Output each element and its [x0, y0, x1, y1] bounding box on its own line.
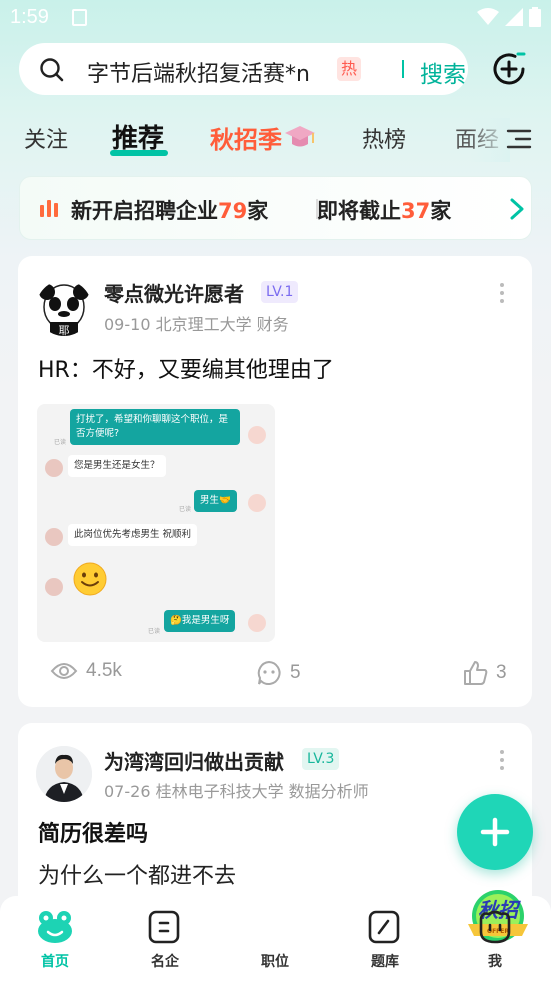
- read-mark: 已读: [148, 628, 161, 635]
- avatar: [248, 614, 266, 632]
- views-count: 4.5k: [86, 660, 122, 681]
- avatar: [248, 494, 266, 512]
- plus-icon: [480, 817, 510, 847]
- likes-stat[interactable]: 3: [462, 660, 507, 686]
- search-icon: [40, 58, 64, 82]
- search-divider: [402, 60, 404, 78]
- more-options-icon[interactable]: [498, 749, 506, 771]
- smile-emoji-icon: [73, 562, 107, 596]
- comments-stat[interactable]: 5: [256, 660, 301, 686]
- avatar: [45, 459, 63, 477]
- post-stats: 4.5k 5 3: [18, 660, 532, 690]
- post-title[interactable]: 简历很差吗: [38, 816, 148, 848]
- chat-message: 🤔我是男生呀: [164, 610, 236, 632]
- signal-icon: [505, 8, 523, 26]
- post-card[interactable]: 耶 零点微光许愿者 LV.1 09-10 北京理工大学 财务 HR：不好，又要编…: [18, 256, 532, 707]
- nav-label: 我: [488, 954, 502, 970]
- avatar: [45, 578, 63, 596]
- post-meta: 09-10 北京理工大学 财务: [104, 315, 289, 334]
- chat-message: 男生🤝: [194, 490, 237, 512]
- bar-chart-icon: [40, 200, 58, 217]
- company-icon: [148, 910, 180, 944]
- profile-icon: [479, 910, 511, 944]
- nav-label: 职位: [261, 954, 289, 970]
- read-mark: 已读: [179, 506, 192, 513]
- person-avatar-icon: [36, 746, 92, 802]
- avatar[interactable]: 耶: [36, 280, 92, 336]
- eye-icon: [50, 663, 78, 679]
- status-bar: 1:59: [0, 0, 551, 36]
- recruit-banner[interactable]: 新开启招聘企业79家 即将截止37家: [19, 176, 532, 240]
- search-input[interactable]: 字节后端秋招复活赛*n: [87, 56, 331, 88]
- author-name[interactable]: 零点微光许愿者: [104, 278, 244, 307]
- feed-tabs: 关注 推荐 秋招季 热榜 面经: [0, 118, 551, 162]
- chat-message: 打扰了，希望和你聊聊这个职位，是否方便呢?: [70, 409, 240, 445]
- bottom-nav: 首页 名企 秋招 OFFER 职位 题库 我: [0, 890, 551, 981]
- read-mark: 已读: [54, 439, 67, 446]
- post-card[interactable]: 为湾湾回归做出贡献 LV.3 07-26 桂林电子科技大学 数据分析师 简历很差…: [18, 723, 532, 923]
- comment-icon: [257, 660, 281, 685]
- question-bank-icon: [368, 910, 400, 944]
- graduation-cap-icon: [285, 126, 315, 147]
- tab-active-indicator: [110, 150, 168, 156]
- add-post-icon[interactable]: [490, 50, 528, 88]
- comments-count: 5: [290, 662, 301, 683]
- views-stat: 4.5k: [50, 660, 122, 682]
- post-body[interactable]: 为什么一个都进不去: [38, 858, 236, 890]
- tab-follow[interactable]: 关注: [24, 122, 68, 154]
- svg-text:耶: 耶: [59, 324, 70, 336]
- status-icons: [477, 7, 541, 27]
- post-meta: 07-26 桂林电子科技大学 数据分析师: [104, 782, 369, 801]
- likes-count: 3: [496, 662, 507, 683]
- chat-message: 此岗位优先考虑男生 祝顺利: [68, 524, 198, 546]
- panda-avatar-icon: 耶: [39, 284, 89, 336]
- nav-label: 首页: [41, 954, 69, 970]
- thumbs-up-icon: [464, 661, 488, 685]
- chevron-right-icon[interactable]: [509, 197, 525, 221]
- avatar: [45, 528, 63, 546]
- hot-badge: 热: [337, 57, 361, 81]
- level-badge: LV.1: [261, 281, 299, 303]
- nav-label: 名企: [151, 954, 179, 970]
- search-button[interactable]: 搜索: [420, 55, 466, 89]
- post-title[interactable]: HR：不好，又要编其他理由了: [38, 352, 334, 384]
- avatar[interactable]: [36, 746, 92, 802]
- nav-label: 题库: [371, 954, 399, 970]
- status-time: 1:59: [10, 6, 49, 28]
- avatar: [248, 426, 266, 444]
- wifi-icon: [477, 8, 499, 25]
- search-bar[interactable]: 字节后端秋招复活赛*n 热 搜索: [19, 43, 468, 95]
- chat-message: 您是男生还是女生？: [68, 455, 166, 477]
- banner-closing-soon: 即将截止37家: [317, 199, 452, 223]
- chat-screenshot-image[interactable]: 打扰了，希望和你聊聊这个职位，是否方便呢? 已读 您是男生还是女生？ 男生🤝 已…: [37, 404, 275, 642]
- tabs-fade: [470, 118, 510, 162]
- level-badge: LV.3: [302, 748, 340, 770]
- author-name[interactable]: 为湾湾回归做出贡献: [104, 746, 284, 775]
- tab-hot-list[interactable]: 热榜: [362, 122, 406, 154]
- battery-icon: [529, 7, 541, 27]
- menu-icon[interactable]: [506, 128, 532, 150]
- create-post-button[interactable]: [457, 794, 533, 870]
- more-options-icon[interactable]: [498, 282, 506, 304]
- notification-icon: [72, 9, 87, 26]
- frog-home-icon: [38, 911, 72, 943]
- tab-autumn-recruit[interactable]: 秋招季: [210, 120, 282, 155]
- banner-new-companies: 新开启招聘企业79家: [71, 199, 269, 223]
